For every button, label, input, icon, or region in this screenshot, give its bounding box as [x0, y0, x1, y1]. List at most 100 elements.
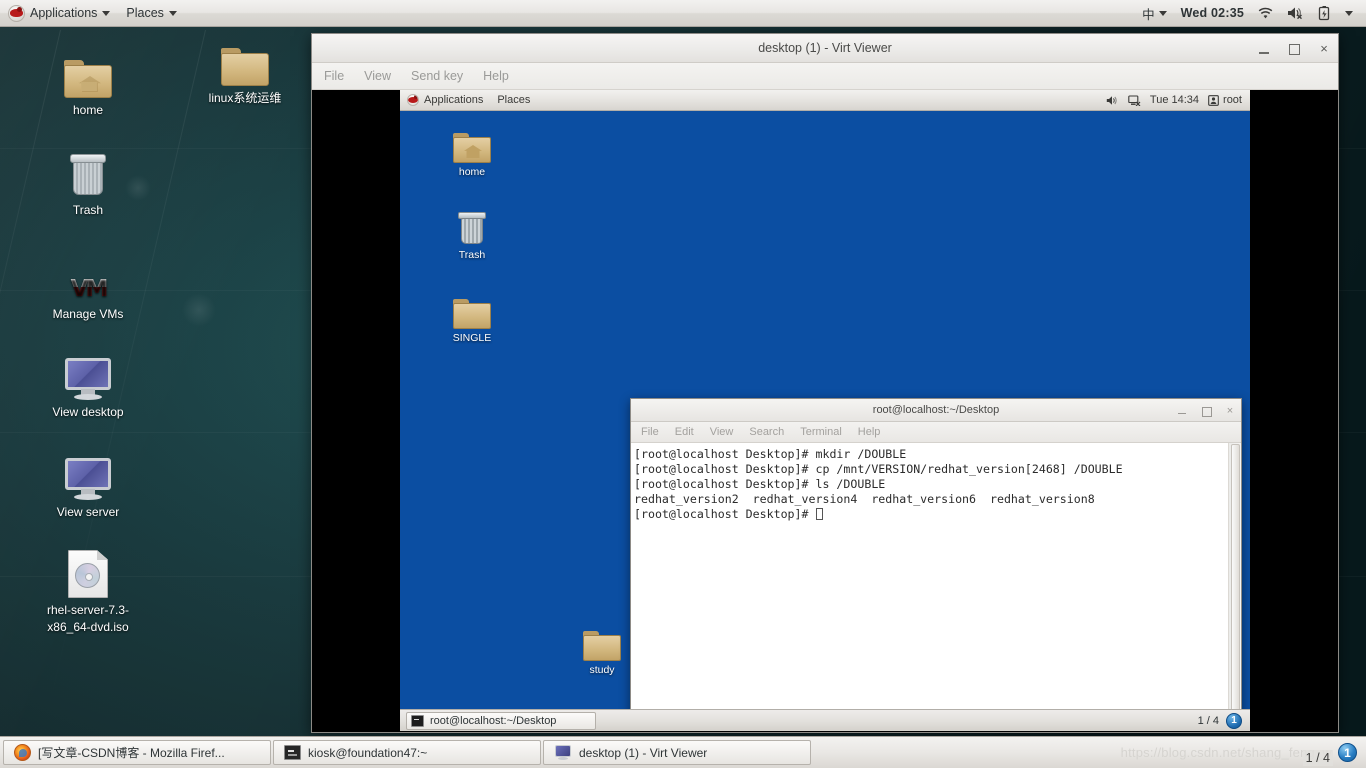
network-disconnected-icon[interactable] [1128, 94, 1141, 106]
virt-viewer-titlebar[interactable]: desktop (1) - Virt Viewer × [312, 34, 1338, 63]
guest-user-menu[interactable]: root [1208, 94, 1242, 106]
menu-help[interactable]: Help [483, 69, 509, 83]
places-menu[interactable]: Places [118, 1, 185, 25]
guest-places-label: Places [497, 94, 531, 106]
terminal-cursor [816, 507, 824, 520]
host-panel-status-area: 中 Wed 02:35 [1137, 2, 1366, 25]
desktop-icon-trash[interactable]: Trash [29, 148, 147, 219]
taskbar-item-label: [写文章-CSDN博客 - Mozilla Firef... [38, 746, 225, 760]
folder-icon [186, 36, 304, 86]
terminal-window[interactable]: root@localhost:~/Desktop × File Edit Vie… [630, 398, 1242, 731]
guest-taskbar-item-terminal[interactable]: root@localhost:~/Desktop [406, 711, 596, 730]
terminal-menu-terminal[interactable]: Terminal [800, 426, 842, 438]
guest-desktop-icon-home[interactable]: home [430, 123, 514, 178]
terminal-line: [root@localhost Desktop]# cp /mnt/VERSIO… [634, 461, 1123, 476]
taskbar-item-firefox[interactable]: [写文章-CSDN博客 - Mozilla Firef... [3, 740, 271, 765]
wifi-icon[interactable] [1253, 5, 1278, 22]
guest-panel-status-area: Tue 14:34 root [1106, 94, 1250, 106]
desktop-icon-manage-vms[interactable]: VM Manage VMs [29, 252, 147, 323]
terminal-line: redhat_version2 redhat_version4 redhat_v… [634, 491, 1095, 506]
guest-desktop[interactable]: Applications Places Tue 14:34 root home … [400, 90, 1250, 731]
virt-viewer-window[interactable]: desktop (1) - Virt Viewer × File View Se… [311, 33, 1339, 733]
guest-clock[interactable]: Tue 14:34 [1150, 94, 1199, 106]
notification-badge[interactable]: 1 [1338, 743, 1357, 762]
terminal-menu-help[interactable]: Help [858, 426, 881, 438]
virt-viewer-window-controls: × [1256, 34, 1332, 63]
guest-desktop-icon-single[interactable]: SINGLE [430, 289, 514, 344]
desktop-icon-label: Manage VMs [52, 307, 124, 321]
input-method-label: 中 [1142, 7, 1155, 22]
terminal-menu-view[interactable]: View [710, 426, 734, 438]
input-method-indicator[interactable]: 中 [1137, 2, 1172, 25]
host-taskbar: [写文章-CSDN博客 - Mozilla Firef... kiosk@fou… [0, 736, 1366, 768]
terminal-body[interactable]: [root@localhost Desktop]# mkdir /DOUBLE … [631, 443, 1241, 731]
guest-desktop-icon-trash[interactable]: Trash [430, 206, 514, 261]
terminal-title: root@localhost:~/Desktop [872, 404, 1000, 416]
minimize-button[interactable] [1178, 405, 1190, 417]
places-menu-label: Places [126, 6, 164, 20]
terminal-window-controls: × [1178, 399, 1236, 422]
terminal-menu-file[interactable]: File [641, 426, 659, 438]
terminal-prompt: [root@localhost Desktop]# [634, 506, 816, 521]
close-button[interactable]: × [1224, 405, 1236, 417]
close-button[interactable]: × [1316, 41, 1332, 57]
terminal-scrollbar-thumb[interactable] [1231, 444, 1240, 731]
redhat-logo-icon [407, 94, 419, 106]
terminal-output[interactable]: [root@localhost Desktop]# mkdir /DOUBLE … [631, 443, 1228, 731]
desktop-icon-view-desktop[interactable]: View desktop [29, 350, 147, 421]
minimize-button[interactable] [1256, 41, 1272, 57]
desktop-icon-label: linux系统运维 [208, 91, 282, 105]
menu-view[interactable]: View [364, 69, 391, 83]
guest-notification-badge[interactable]: 1 [1226, 712, 1242, 729]
terminal-scrollbar[interactable] [1228, 443, 1241, 731]
guest-workspace-indicator: 1 / 4 [1197, 714, 1219, 727]
virt-viewer-title: desktop (1) - Virt Viewer [758, 41, 892, 55]
guest-desktop-icon-label: Trash [458, 249, 486, 261]
guest-places-menu[interactable]: Places [490, 94, 537, 106]
terminal-line: [root@localhost Desktop]# ls /DOUBLE [634, 476, 886, 491]
terminal-menubar: File Edit View Search Terminal Help [631, 422, 1241, 443]
virt-viewer-display-stage[interactable]: Applications Places Tue 14:34 root home … [312, 90, 1338, 732]
applications-menu-label: Applications [30, 6, 98, 20]
desktop-icon-rhel-iso[interactable]: rhel-server-7.3-x86_64-dvd.iso [29, 548, 147, 637]
menu-file[interactable]: File [324, 69, 344, 83]
guest-taskbar-item-label: root@localhost:~/Desktop [430, 714, 557, 727]
desktop-icon-home[interactable]: home [29, 48, 147, 119]
guest-desktop-icon-label: home [458, 166, 486, 178]
volume-icon[interactable] [1106, 95, 1119, 106]
guest-workspace-switcher[interactable]: 1 / 4 1 [1197, 712, 1244, 729]
guest-applications-menu[interactable]: Applications [400, 94, 490, 106]
host-top-panel: Applications Places 中 Wed 02:35 [0, 0, 1366, 27]
home-folder-icon [29, 48, 147, 98]
virt-viewer-menubar: File View Send key Help [312, 63, 1338, 90]
desktop-icon-view-server[interactable]: View server [29, 450, 147, 521]
maximize-button[interactable] [1286, 41, 1302, 57]
volume-muted-glyph [1288, 7, 1302, 20]
menu-send-key[interactable]: Send key [411, 69, 463, 83]
maximize-button[interactable] [1201, 405, 1213, 417]
taskbar-item-terminal[interactable]: kiosk@foundation47:~ [273, 740, 541, 765]
taskbar-item-virt-viewer[interactable]: desktop (1) - Virt Viewer [543, 740, 811, 765]
desktop-icon-label: View desktop [52, 405, 124, 419]
guest-desktop-icon-label: SINGLE [452, 332, 492, 344]
chevron-down-icon [1345, 10, 1353, 16]
volume-muted-icon[interactable] [1282, 4, 1309, 22]
chevron-down-icon [102, 10, 111, 16]
terminal-titlebar[interactable]: root@localhost:~/Desktop × [631, 399, 1241, 422]
volume-glyph [1106, 95, 1117, 105]
desktop-icon-linux-yunwei[interactable]: linux系统运维 [186, 36, 304, 107]
chevron-down-icon [1158, 10, 1167, 16]
terminal-line: [root@localhost Desktop]# mkdir /DOUBLE [634, 447, 907, 461]
terminal-menu-search[interactable]: Search [749, 426, 784, 438]
terminal-menu-edit[interactable]: Edit [675, 426, 694, 438]
monitor-icon [29, 350, 147, 400]
battery-glyph [1318, 5, 1330, 20]
home-folder-icon [430, 123, 514, 163]
clock[interactable]: Wed 02:35 [1176, 4, 1249, 22]
guest-bottom-panel: root@localhost:~/Desktop 1 / 4 1 [400, 709, 1250, 731]
trash-icon [430, 206, 514, 246]
battery-icon[interactable] [1313, 4, 1336, 23]
desktop-icon-label: home [72, 103, 104, 117]
applications-menu[interactable]: Applications [0, 1, 118, 25]
system-menu-button[interactable] [1340, 9, 1358, 18]
